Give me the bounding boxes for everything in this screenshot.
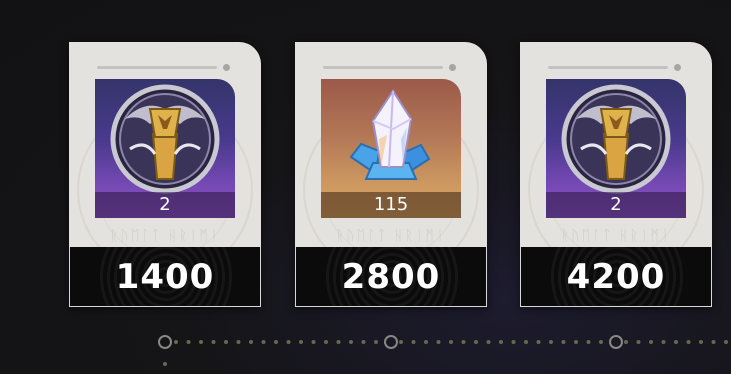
timeline-dot: [686, 340, 691, 344]
timeline-dot: [249, 340, 253, 344]
timeline-dot: [186, 340, 191, 344]
timeline-dot: [411, 340, 416, 344]
timeline-dot: [349, 340, 353, 344]
timeline-sub-dot: [163, 362, 167, 366]
timeline-dot: [549, 340, 553, 344]
timeline-dot: [211, 340, 216, 344]
timeline-dot: [324, 340, 328, 344]
timeline-dot: [536, 340, 541, 344]
timeline-dot: [699, 340, 703, 344]
timeline-dot: [224, 340, 228, 344]
timeline-dot: [361, 340, 366, 344]
timeline-dot: [461, 340, 466, 344]
timeline-dot: [236, 340, 241, 344]
timeline-dot: [424, 340, 428, 344]
timeline-node-2: [384, 335, 398, 349]
timeline-dot: [199, 340, 203, 344]
timeline-dot: [299, 340, 303, 344]
timeline-dot: [661, 340, 666, 344]
timeline-dot: [586, 340, 591, 344]
timeline-dot: [524, 340, 528, 344]
timeline-dot: [574, 340, 578, 344]
timeline-dot: [336, 340, 341, 344]
timeline-dot: [599, 340, 603, 344]
timeline-dot: [274, 340, 278, 344]
timeline-node-3: [609, 335, 623, 349]
timeline-dot: [674, 340, 678, 344]
timeline-dot: [174, 340, 178, 344]
timeline-dot: [449, 340, 453, 344]
timeline-dot: [436, 340, 441, 344]
timeline-dot: [399, 340, 403, 344]
timeline-dot: [724, 340, 728, 344]
timeline-dot: [474, 340, 478, 344]
timeline-dot: [636, 340, 641, 344]
timeline-dot: [286, 340, 291, 344]
timeline-dot: [374, 340, 378, 344]
timeline-track-dots: [174, 340, 728, 344]
timeline-dot: [486, 340, 491, 344]
timeline-node-1: [158, 335, 172, 349]
timeline-dot: [561, 340, 566, 344]
timeline-dot: [311, 340, 316, 344]
progress-timeline: [158, 335, 728, 366]
timeline-dot: [624, 340, 628, 344]
timeline-dot: [711, 340, 716, 344]
timeline-dot: [499, 340, 503, 344]
timeline-dot: [511, 340, 516, 344]
timeline-dot: [261, 340, 266, 344]
timeline-dot: [649, 340, 653, 344]
